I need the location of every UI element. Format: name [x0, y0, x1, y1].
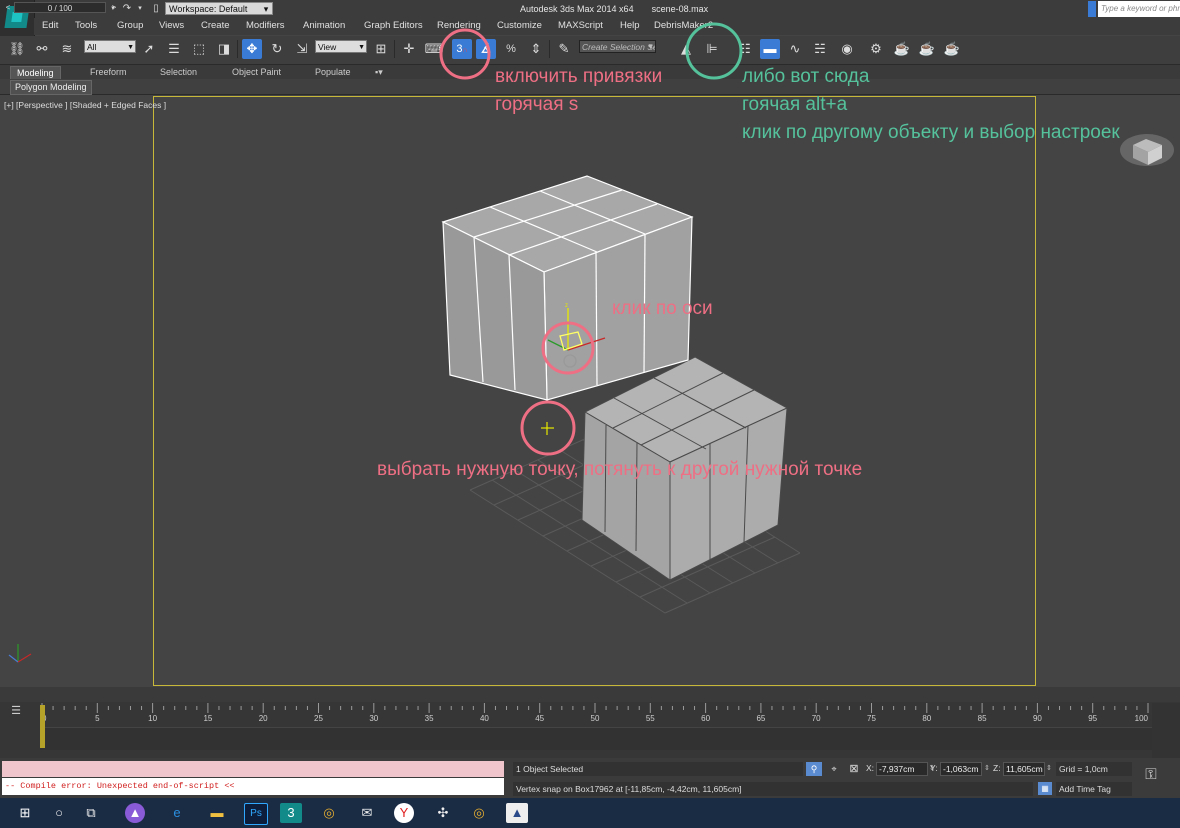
y-label: Y:: [930, 763, 938, 773]
key-icon[interactable]: ⚿: [1138, 764, 1164, 786]
axis-tripod-icon: [8, 644, 32, 663]
search-taskbar-icon[interactable]: ○: [48, 803, 70, 823]
x-coordinate-field[interactable]: -7,937cm: [876, 762, 928, 776]
edge-browser-icon[interactable]: e: [166, 803, 188, 823]
ruler-tick-label: 25: [314, 714, 323, 723]
snap-point-cursor: [541, 422, 554, 435]
scene-render: z: [8, 134, 1174, 663]
x-label: X:: [866, 763, 875, 773]
yandex-browser-icon[interactable]: Y: [394, 803, 414, 823]
add-time-tag-button[interactable]: Add Time Tag: [1056, 782, 1132, 796]
selection-status: 1 Object Selected: [513, 762, 803, 776]
trackbar-toggle-icon[interactable]: ☰: [8, 704, 24, 718]
ruler-tick-label: 75: [867, 714, 876, 723]
ruler-tick-label: 45: [535, 714, 544, 723]
selection-lock-icon[interactable]: ⚲: [806, 762, 822, 776]
ruler-tick-label: 5: [95, 714, 100, 723]
file-explorer-icon[interactable]: ▬: [206, 803, 228, 823]
time-slider-thumb[interactable]: 0 / 100: [14, 2, 106, 13]
ruler-tick-label: 85: [978, 714, 987, 723]
annotation-snaps-line2: горячая s: [495, 94, 579, 115]
maxscript-listener-output[interactable]: -- Compile error: Unexpected end-of-scri…: [2, 778, 504, 795]
transform-type-in-icon[interactable]: ⊠: [846, 762, 862, 776]
mail-icon[interactable]: ✉: [356, 803, 378, 823]
cortana-icon[interactable]: ▲: [125, 803, 145, 823]
ruler-tick-label: 10: [148, 714, 157, 723]
annotation-align-line1: либо вот сюда: [742, 66, 870, 87]
windows-start-icon[interactable]: ⊞: [14, 803, 36, 823]
ruler-tick-label: 30: [369, 714, 378, 723]
ruler-tick-label: 70: [812, 714, 821, 723]
grid-size-readout: Grid = 1,0cm: [1056, 762, 1132, 776]
annotation-align-line3: клик по другому объекту и выбор настроек: [742, 122, 1120, 143]
ruler-tick-label: 90: [1033, 714, 1042, 723]
ruler-tick-label: 15: [203, 714, 212, 723]
prompt-line: Vertex snap on Box17962 at [-11,85cm, -4…: [513, 782, 1033, 796]
annotation-pick-point: выбрать нужную точку, потянуть к другой …: [377, 459, 863, 480]
ruler-tick-label: 50: [591, 714, 600, 723]
y-spinner[interactable]: ⇕: [984, 762, 992, 776]
ruler-tick-label: 80: [922, 714, 931, 723]
track-playhead[interactable]: [40, 705, 45, 748]
time-tag-icon[interactable]: ▦: [1038, 782, 1052, 795]
annotation-axis-click: клик по оси: [612, 298, 713, 319]
annotation-snaps-line1: включить привязки: [495, 66, 663, 87]
track-lane[interactable]: [40, 727, 1152, 750]
maxscript-listener-input[interactable]: [2, 761, 504, 777]
ruler-tick-label: 20: [259, 714, 268, 723]
time-prev-button[interactable]: <: [3, 2, 13, 13]
ruler-tick-label: 35: [425, 714, 434, 723]
chrome-icon-2[interactable]: ◎: [468, 803, 490, 823]
ruler-tick-label: 100: [1135, 714, 1149, 723]
ruler-tick-label: 40: [480, 714, 489, 723]
annotation-circle-snap: [439, 28, 491, 80]
app-icon[interactable]: ✣: [432, 803, 454, 823]
track-scrollbar[interactable]: [1152, 703, 1180, 758]
annotation-align-line2: гоячая alt+a: [742, 94, 848, 115]
photoshop-icon[interactable]: Ps: [244, 803, 268, 825]
absolute-mode-icon[interactable]: ⌖: [826, 762, 842, 776]
annotation-circle-align: [685, 22, 743, 80]
trackbar-ruler[interactable]: 0510152025303540455055606570758085909510…: [40, 703, 1152, 727]
ruler-tick-label: 60: [701, 714, 710, 723]
ruler-tick-label: 55: [646, 714, 655, 723]
task-view-icon[interactable]: ⧉: [80, 803, 102, 823]
time-slider[interactable]: [0, 687, 1180, 702]
z-spinner[interactable]: ⇕: [1046, 762, 1054, 776]
chrome-icon[interactable]: ◎: [318, 803, 340, 823]
y-coordinate-field[interactable]: -1,063cm: [940, 762, 982, 776]
3dsmax-taskbar-icon[interactable]: 3: [280, 803, 302, 823]
photos-icon[interactable]: ▲: [506, 803, 528, 823]
svg-text:z: z: [565, 303, 568, 309]
ruler-tick-label: 95: [1088, 714, 1097, 723]
ruler-tick-label: 65: [756, 714, 765, 723]
z-coordinate-field[interactable]: 11,605cm: [1003, 762, 1045, 776]
z-label: Z:: [993, 763, 1001, 773]
time-next-button[interactable]: >: [109, 2, 119, 13]
